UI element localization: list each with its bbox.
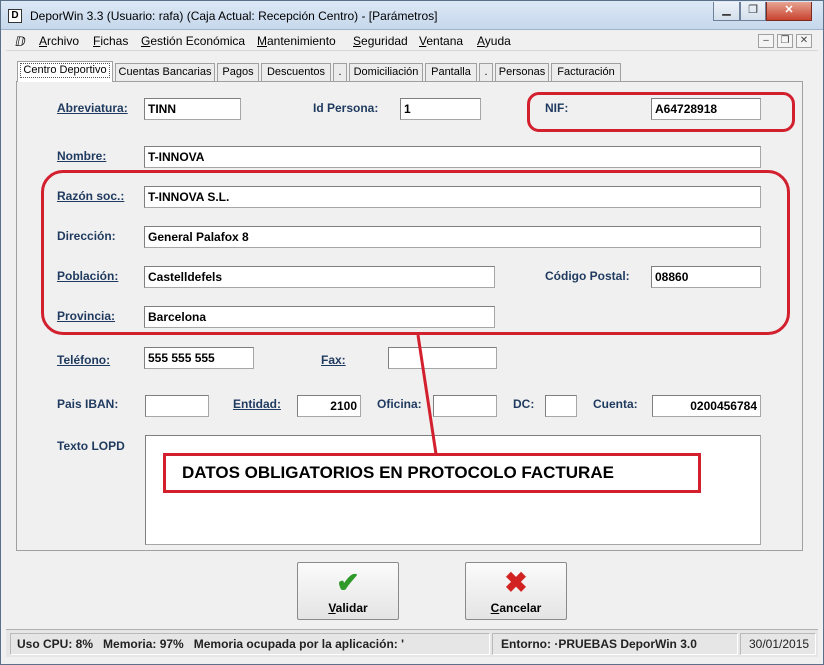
abreviatura-field[interactable]: TINN (144, 98, 241, 120)
nombre-label: Nombre: (57, 149, 107, 163)
tab-cuentas-bancarias[interactable]: Cuentas Bancarias (115, 63, 215, 81)
pais-iban-label: Pais IBAN: (57, 397, 119, 411)
poblacion-label: Población: (57, 269, 119, 283)
menu-mantenimiento[interactable]: Mantenimiento (257, 34, 336, 48)
codigo-postal-label: Código Postal: (545, 269, 630, 283)
main-window: D DeporWin 3.3 (Usuario: rafa) (Caja Act… (0, 0, 824, 665)
title-bar[interactable]: D DeporWin 3.3 (Usuario: rafa) (Caja Act… (1, 1, 823, 30)
menu-seguridad[interactable]: Seguridad (353, 34, 408, 48)
minimize-icon: ▁ (722, 4, 731, 16)
menu-ventana[interactable]: Ventana (419, 34, 463, 48)
razon-social-field[interactable]: T-INNOVA S.L. (144, 186, 761, 208)
close-button[interactable]: ✕ (766, 2, 812, 21)
close-icon: ✕ (799, 35, 809, 46)
menu-gestion-economica[interactable]: Gestión Económica (141, 34, 245, 48)
provincia-field[interactable]: Barcelona (144, 306, 495, 328)
id-persona-label: Id Persona: (313, 101, 379, 115)
tab-facturacion[interactable]: Facturación (551, 63, 621, 81)
status-entorno: Entorno: ·PRUEBAS DeporWin 3.0 (492, 633, 738, 655)
nif-field[interactable]: A64728918 (651, 98, 761, 120)
direccion-label: Dirección: (57, 229, 116, 243)
direccion-field[interactable]: General Palafox 8 (144, 226, 761, 248)
tab-pantalla[interactable]: Pantalla (425, 63, 477, 81)
app-icon[interactable]: D (8, 9, 22, 23)
tab-personas[interactable]: Personas (495, 63, 549, 81)
provincia-label: Provincia: (57, 309, 116, 323)
cancelar-label: Cancelar (490, 601, 542, 615)
deporwin-logo-icon[interactable]: ⅅ (15, 34, 26, 50)
tab-descuentos[interactable]: Descuentos (261, 63, 331, 81)
status-performance: Uso CPU: 8% Memoria: 97% Memoria ocupada… (10, 633, 490, 655)
entidad-field[interactable]: 2100 (297, 395, 361, 417)
oficina-field[interactable] (433, 395, 497, 417)
telefono-field[interactable]: 555 555 555 (144, 347, 254, 369)
fax-label: Fax: (321, 353, 346, 367)
status-cpu: Uso CPU: 8% (17, 637, 94, 651)
validar-button[interactable]: ✔ Validar (297, 562, 399, 620)
pais-iban-field[interactable] (145, 395, 209, 417)
restore-icon: ❐ (780, 35, 790, 46)
tab-label: Centro Deportivo (20, 63, 110, 78)
minimize-button[interactable]: ▁ (713, 2, 740, 21)
cancelar-button[interactable]: ✖ Cancelar (465, 562, 567, 620)
validar-label: Validar (328, 601, 368, 615)
nombre-field[interactable]: T-INNOVA (144, 146, 761, 168)
razon-social-label: Razón soc.: (57, 189, 125, 203)
entidad-label: Entidad: (233, 397, 281, 411)
checkmark-icon: ✔ (336, 567, 360, 598)
callout-pointer-line (416, 334, 438, 455)
tab-pagos[interactable]: Pagos (217, 63, 259, 81)
status-bar: Uso CPU: 8% Memoria: 97% Memoria ocupada… (6, 629, 818, 657)
mdi-close-button[interactable]: ✕ (796, 34, 812, 48)
telefono-label: Teléfono: (57, 353, 111, 367)
abreviatura-label: Abreviatura: (57, 101, 128, 115)
fax-field[interactable] (388, 347, 497, 369)
mdi-restore-button[interactable]: ❐ (777, 34, 793, 48)
tab-hidden-2[interactable]: . (479, 63, 493, 81)
cuenta-label: Cuenta: (593, 397, 638, 411)
dc-field[interactable] (545, 395, 577, 417)
menu-bar: ⅅ Archivo Fichas Gestión Económica Mante… (6, 31, 818, 51)
facturae-callout: DATOS OBLIGATORIOS EN PROTOCOLO FACTURAE (163, 453, 701, 493)
status-memoria-app: Memoria ocupada por la aplicación: ' (193, 637, 404, 651)
id-persona-field[interactable]: 1 (400, 98, 481, 120)
window-title: DeporWin 3.3 (Usuario: rafa) (Caja Actua… (30, 9, 438, 23)
menu-fichas[interactable]: Fichas (93, 34, 128, 48)
mdi-minimize-button[interactable]: – (758, 34, 774, 48)
tab-centro-deportivo[interactable]: Centro Deportivo (17, 61, 113, 82)
texto-lopd-label: Texto LOPD (57, 439, 125, 453)
cuenta-field[interactable]: 0200456784 (652, 395, 761, 417)
restore-icon: ❐ (748, 4, 758, 16)
cross-icon: ✖ (504, 567, 528, 598)
close-icon: ✕ (784, 4, 794, 16)
maximize-button[interactable]: ❐ (740, 2, 766, 21)
minimize-icon: – (763, 35, 769, 46)
status-memoria: Memoria: 97% (103, 637, 184, 651)
codigo-postal-field[interactable]: 08860 (651, 266, 761, 288)
nif-label: NIF: (545, 101, 569, 115)
tab-domiciliacion[interactable]: Domiciliación (349, 63, 423, 81)
status-fecha: 30/01/2015 (740, 633, 816, 655)
poblacion-field[interactable]: Castelldefels (144, 266, 495, 288)
menu-ayuda[interactable]: Ayuda (477, 34, 511, 48)
dc-label: DC: (513, 397, 535, 411)
menu-archivo[interactable]: Archivo (39, 34, 79, 48)
tab-hidden-1[interactable]: . (333, 63, 347, 81)
